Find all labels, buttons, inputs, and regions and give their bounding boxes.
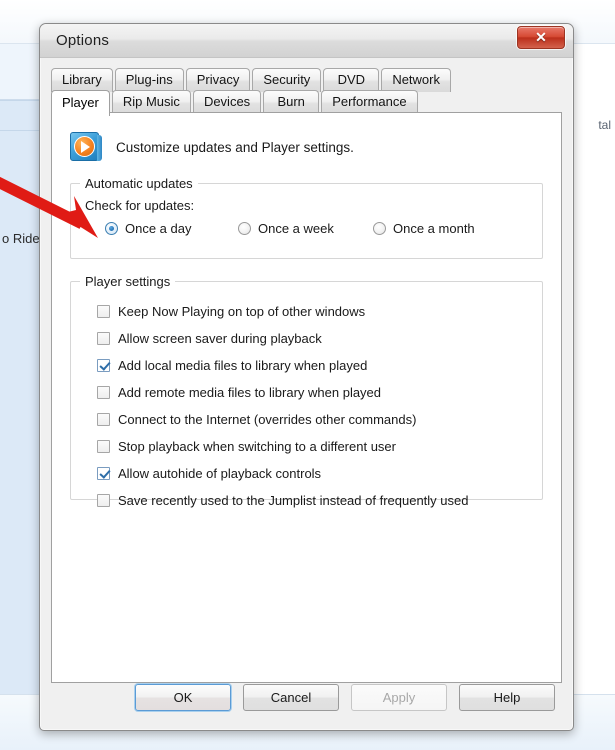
background-left-pane-header	[0, 44, 44, 100]
radio-label: Once a month	[393, 221, 475, 236]
tab-plugins[interactable]: Plug-ins	[114, 68, 184, 92]
player-tab-panel: Customize updates and Player settings. A…	[51, 112, 562, 683]
tab-library[interactable]: Library	[51, 68, 113, 92]
tab-security[interactable]: Security	[252, 68, 322, 92]
player-settings-checkbox-list: Keep Now Playing on top of other windows…	[83, 296, 530, 514]
radio-once-a-week[interactable]: Once a week	[238, 221, 373, 236]
automatic-updates-group: Automatic updates Check for updates: Onc…	[70, 176, 543, 259]
checkbox-icon	[97, 386, 110, 399]
dialog-body: Library Plug-ins Privacy Security DVD Ne…	[40, 58, 573, 730]
checkbox-icon	[97, 413, 110, 426]
update-frequency-radio-group: Once a day Once a week Once a month	[83, 221, 530, 236]
close-icon: ✕	[535, 29, 547, 45]
tab-burn[interactable]: Burn	[263, 90, 320, 114]
checkbox-icon	[97, 305, 110, 318]
cancel-button[interactable]: Cancel	[243, 683, 339, 711]
background-divider	[0, 100, 44, 101]
radio-once-a-month[interactable]: Once a month	[373, 221, 475, 236]
checkbox-label: Allow screen saver during playback	[118, 331, 322, 346]
ok-button[interactable]: OK	[135, 683, 231, 711]
dialog-title: Options	[56, 32, 110, 49]
checkbox-label: Save recently used to the Jumplist inste…	[118, 493, 469, 508]
checkbox-checked-icon	[97, 359, 110, 372]
player-settings-legend: Player settings	[80, 274, 176, 289]
radio-indicator-icon	[105, 222, 118, 235]
checkbox-label: Add remote media files to library when p…	[118, 385, 382, 400]
tab-dvd[interactable]: DVD	[323, 68, 380, 92]
tab-devices[interactable]: Devices	[192, 90, 262, 114]
background-left-pane	[0, 44, 44, 694]
checkbox-allow-autohide-playback-controls[interactable]: Allow autohide of playback controls	[97, 460, 530, 487]
checkbox-connect-to-internet[interactable]: Connect to the Internet (overrides other…	[97, 406, 530, 433]
radio-indicator-icon	[373, 222, 386, 235]
checkbox-allow-screen-saver[interactable]: Allow screen saver during playback	[97, 325, 530, 352]
checkbox-add-local-media-files[interactable]: Add local media files to library when pl…	[97, 352, 530, 379]
apply-button: Apply	[351, 683, 447, 711]
checkbox-keep-now-playing-on-top[interactable]: Keep Now Playing on top of other windows	[97, 298, 530, 325]
checkbox-add-remote-media-files[interactable]: Add remote media files to library when p…	[97, 379, 530, 406]
panel-header: Customize updates and Player settings.	[66, 125, 547, 169]
player-settings-group: Player settings Keep Now Playing on top …	[70, 274, 543, 508]
checkbox-icon	[97, 440, 110, 453]
background-divider	[0, 130, 44, 131]
background-right-text: tal	[598, 118, 611, 132]
dialog-title-bar: Options ✕	[40, 24, 573, 58]
radio-indicator-icon	[238, 222, 251, 235]
radio-once-a-day[interactable]: Once a day	[105, 221, 238, 236]
checkbox-label: Add local media files to library when pl…	[118, 358, 368, 373]
tab-performance[interactable]: Performance	[321, 90, 418, 114]
checkbox-checked-icon	[97, 467, 110, 480]
tab-player[interactable]: Player	[51, 90, 110, 116]
background-right-pane	[573, 44, 615, 694]
checkbox-icon	[97, 332, 110, 345]
check-for-updates-label: Check for updates:	[85, 198, 195, 213]
checkbox-label: Stop playback when switching to a differ…	[118, 439, 396, 454]
close-button[interactable]: ✕	[517, 26, 565, 49]
radio-label: Once a day	[125, 221, 192, 236]
windows-media-player-icon	[70, 131, 102, 163]
tab-row-top: Library Plug-ins Privacy Security DVD Ne…	[51, 68, 453, 92]
tab-rip-music[interactable]: Rip Music	[111, 90, 191, 114]
checkbox-label: Allow autohide of playback controls	[118, 466, 322, 481]
radio-label: Once a week	[258, 221, 334, 236]
help-button[interactable]: Help	[459, 683, 555, 711]
checkbox-label: Keep Now Playing on top of other windows	[118, 304, 366, 319]
checkbox-icon	[97, 494, 110, 507]
checkbox-label: Connect to the Internet (overrides other…	[118, 412, 417, 427]
options-dialog: Options ✕ Library Plug-ins Privacy Secur…	[39, 23, 574, 731]
tab-network[interactable]: Network	[381, 68, 451, 92]
tab-privacy[interactable]: Privacy	[185, 68, 251, 92]
tab-strip: Library Plug-ins Privacy Security DVD Ne…	[51, 68, 562, 116]
background-left-text: o Ride	[2, 231, 40, 246]
checkbox-save-recently-used-jumplist[interactable]: Save recently used to the Jumplist inste…	[97, 487, 530, 514]
automatic-updates-legend: Automatic updates	[80, 176, 198, 191]
checkbox-stop-playback-switching-user[interactable]: Stop playback when switching to a differ…	[97, 433, 530, 460]
panel-header-text: Customize updates and Player settings.	[116, 139, 354, 155]
